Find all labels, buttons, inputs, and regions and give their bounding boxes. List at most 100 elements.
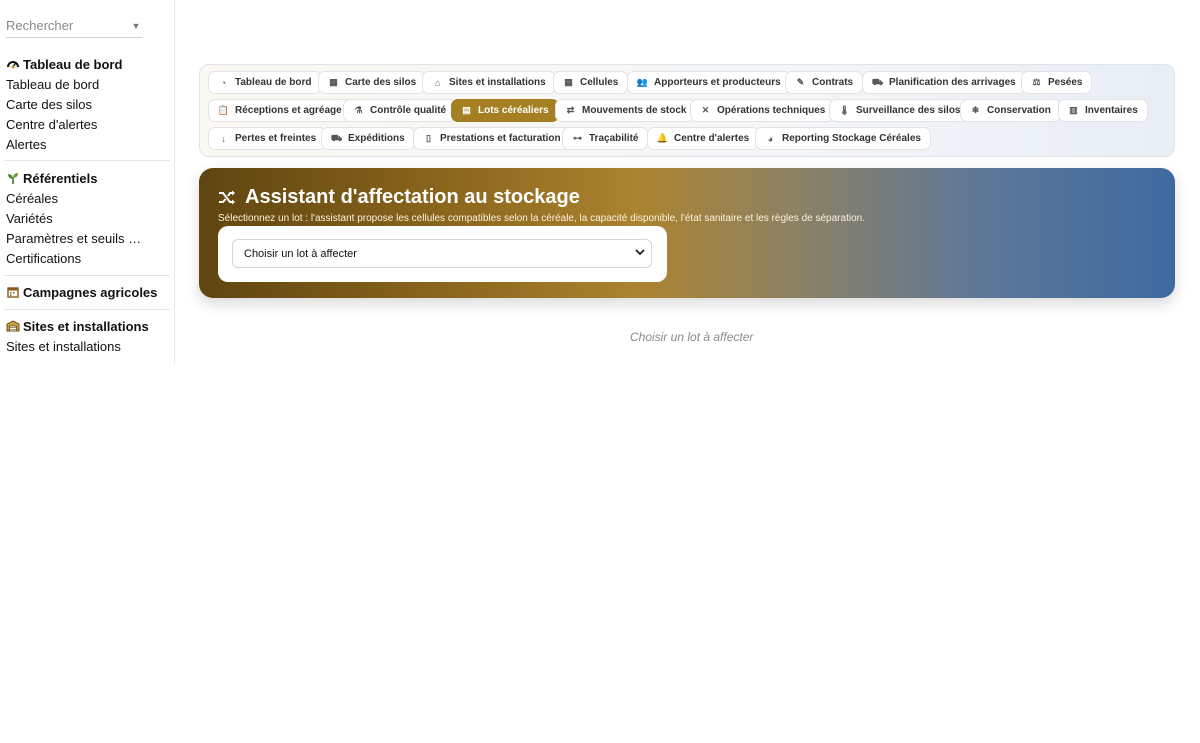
lot-select-value: Choisir un lot à affecter: [244, 247, 357, 260]
nav-controle-qualite[interactable]: ⚗ Contrôle qualité: [343, 99, 457, 122]
nav-prestations-facturation[interactable]: ▯ Prestations et facturation: [413, 127, 571, 150]
nav-pertes-freintes[interactable]: ↓ Pertes et freintes: [208, 127, 327, 150]
nav-lots-cerealiers[interactable]: ▤ Lots céréaliers: [451, 99, 559, 122]
search-placeholder: Rechercher: [6, 18, 74, 33]
sidebar-section-title[interactable]: Campagnes agricoles: [0, 282, 174, 302]
nav-cellules[interactable]: ▦ Cellules: [553, 71, 629, 94]
contract-icon: ✎: [796, 77, 805, 87]
nav-receptions-agreage[interactable]: 📋 Réceptions et agréage: [208, 99, 352, 122]
sprout-icon: [6, 171, 20, 185]
nav-label: Pertes et freintes: [235, 133, 317, 144]
nav-label: Reporting Stockage Céréales: [782, 133, 921, 144]
sidebar-item-varietes[interactable]: Variétés: [0, 209, 142, 229]
calendar-icon: [6, 285, 20, 299]
nav-label: Surveillance des silos: [856, 105, 961, 116]
nav-label: Mouvements de stock: [582, 105, 687, 116]
gauge-icon: [6, 57, 20, 71]
nav-conservation[interactable]: ❄ Conservation: [960, 99, 1061, 122]
sidebar-item-tableau-de-bord[interactable]: Tableau de bord: [0, 75, 142, 95]
caret-down-icon[interactable]: ▼: [129, 21, 143, 31]
divider: [4, 160, 170, 161]
chevron-down-icon: [635, 248, 645, 258]
nav-sites-installations[interactable]: ⌂ Sites et installations: [422, 71, 556, 94]
nav-label: Planification des arrivages: [889, 77, 1016, 88]
clipboard-check-icon: 📋: [217, 105, 230, 115]
box-icon: ▤: [462, 105, 471, 115]
empty-state-text: Choisir un lot à affecter: [630, 330, 754, 344]
nav-label: Traçabilité: [589, 133, 639, 144]
sidebar-section-referentiels: Référentiels: [0, 168, 174, 188]
nav-surveillance-silos[interactable]: 🌡 Surveillance des silos: [829, 99, 971, 122]
sidebar-section-sites: Sites et installations: [0, 316, 174, 336]
sidebar-section-dashboard: Tableau de bord: [0, 54, 174, 74]
tools-icon: ✕: [701, 105, 710, 115]
nav-planification-arrivages[interactable]: ⛟ Planification des arrivages: [862, 71, 1026, 94]
truck-icon: ⛟: [330, 132, 343, 143]
bell-icon: 🔔: [656, 133, 669, 143]
sidebar-item-certifications[interactable]: Certifications: [0, 249, 142, 269]
shuffle-icon: [218, 189, 236, 207]
nav-expeditions[interactable]: ⛟ Expéditions: [321, 127, 415, 150]
nav-centre-alertes[interactable]: 🔔 Centre d'alertes: [647, 127, 760, 150]
thermometer-icon: 🌡: [838, 105, 851, 115]
users-icon: 👥: [636, 77, 649, 87]
truck-ramp-icon: ⛟: [871, 76, 884, 87]
lot-select[interactable]: Choisir un lot à affecter: [232, 239, 652, 268]
sidebar-item-carte-des-silos[interactable]: Carte des silos: [0, 95, 142, 115]
nav-label: Prestations et facturation: [440, 133, 561, 144]
warehouse-icon: ⌂: [434, 77, 441, 88]
nav-label: Tableau de bord: [235, 77, 312, 88]
nav-label: Lots céréaliers: [478, 105, 549, 116]
sidebar-item-cereales[interactable]: Céréales: [0, 189, 142, 209]
sidebar-item-sites-installations[interactable]: Sites et installations: [0, 337, 142, 357]
page-title: Assistant d'affectation au stockage: [218, 186, 580, 209]
divider: [4, 309, 170, 310]
scale-icon: ⚖: [1032, 77, 1041, 87]
arrow-down-icon: ↓: [221, 133, 226, 144]
nav-label: Sites et installations: [449, 77, 546, 88]
nav-label: Carte des silos: [345, 77, 417, 88]
nav-inventaires[interactable]: ▥ Inventaires: [1058, 99, 1148, 122]
lot-select-container: Choisir un lot à affecter: [218, 226, 667, 282]
search-dropdown[interactable]: Rechercher ▼: [6, 14, 143, 38]
sidebar-section-title[interactable]: Tableau de bord: [0, 54, 174, 74]
nav-operations-techniques[interactable]: ✕ Opérations techniques: [690, 99, 836, 122]
nav-carte-des-silos[interactable]: ▦ Carte des silos: [318, 71, 427, 94]
sidebar-item-centre-alertes[interactable]: Centre d'alertes: [0, 115, 142, 135]
nav-reporting-stockage[interactable]: ◕ Reporting Stockage Céréales: [755, 127, 931, 150]
nav-label: Réceptions et agréage: [235, 105, 342, 116]
sidebar-section-title[interactable]: Sites et installations: [0, 316, 174, 336]
assistant-hero-card: Assistant d'affectation au stockage Séle…: [199, 168, 1175, 298]
sidebar-section-label: Référentiels: [23, 170, 98, 186]
grid-icon: ▦: [329, 77, 338, 87]
sidebar-section-label: Campagnes agricoles: [23, 284, 158, 300]
sidebar-section-title[interactable]: Référentiels: [0, 168, 174, 188]
nav-label: Opérations techniques: [717, 105, 826, 116]
snowflake-icon: ❄: [971, 105, 980, 115]
module-nav-panel: ◔ Tableau de bord ▦ Carte des silos ⌂ Si…: [199, 64, 1175, 157]
nav-pesees[interactable]: ⚖ Pesées: [1021, 71, 1093, 94]
nav-tableau-de-bord[interactable]: ◔ Tableau de bord: [208, 71, 322, 94]
nav-label: Conservation: [987, 105, 1051, 116]
nav-label: Inventaires: [1085, 105, 1138, 116]
nav-contrats[interactable]: ✎ Contrats: [785, 71, 864, 94]
sidebar-item-parametres-seuils[interactable]: Paramètres et seuils qual…: [0, 229, 142, 249]
nav-label: Pesées: [1048, 77, 1083, 88]
nav-tracabilite[interactable]: ⊶ Traçabilité: [562, 127, 649, 150]
gauge-icon: ◔: [220, 77, 227, 88]
sidebar-item-alertes[interactable]: Alertes: [0, 135, 142, 155]
page-subtitle: Sélectionnez un lot : l'assistant propos…: [218, 213, 865, 224]
nav-label: Expéditions: [348, 133, 405, 144]
warehouse-icon: [6, 319, 20, 333]
arrows-exchange-icon: ⇄: [566, 105, 575, 115]
pie-chart-icon: ◕: [767, 133, 774, 144]
clipboard-list-icon: ▥: [1069, 105, 1078, 115]
page-title-text: Assistant d'affectation au stockage: [245, 186, 580, 208]
sidebar: Rechercher ▼ Tableau de bord Tableau de …: [0, 0, 175, 364]
sidebar-section-campagnes: Campagnes agricoles: [0, 282, 174, 302]
sitemap-icon: ⊶: [573, 133, 582, 143]
sidebar-section-label: Tableau de bord: [23, 56, 123, 72]
nav-label: Centre d'alertes: [674, 133, 750, 144]
nav-apporteurs-producteurs[interactable]: 👥 Apporteurs et producteurs: [627, 71, 791, 94]
nav-mouvements-stock[interactable]: ⇄ Mouvements de stock: [555, 99, 697, 122]
